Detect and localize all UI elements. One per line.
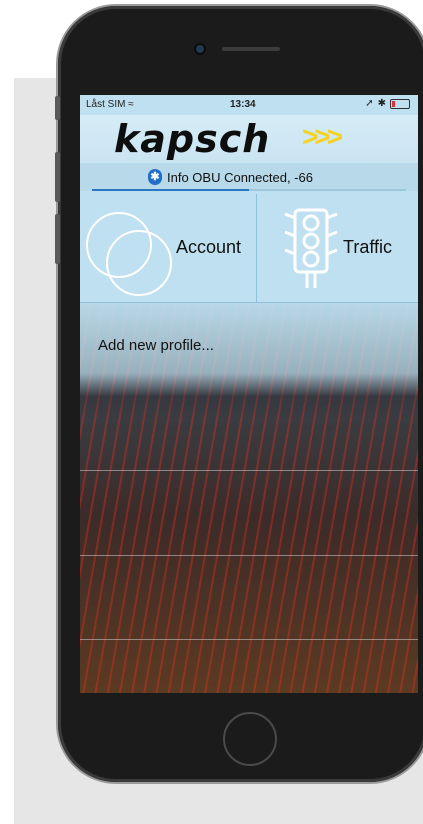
bluetooth-badge-icon: ✱: [148, 169, 162, 185]
account-tile[interactable]: Account: [80, 194, 257, 302]
volume-down-button: [55, 214, 60, 264]
traffic-tile[interactable]: Traffic: [257, 194, 418, 302]
info-text: Info OBU Connected, -66: [167, 169, 313, 185]
logo-arrows: >>>: [302, 121, 343, 152]
progress-fill: [92, 189, 249, 191]
home-button[interactable]: [223, 712, 277, 766]
account-circle-icon-2: [106, 230, 172, 296]
info-content: ✱ Info OBU Connected, -66: [148, 169, 313, 185]
earpiece-speaker: [222, 47, 280, 51]
connection-progress: [92, 189, 406, 191]
wifi-icon: ≈: [128, 99, 134, 110]
info-bar[interactable]: ✱ Info OBU Connected, -66: [80, 163, 418, 191]
carrier-label: Låst SIM ≈: [86, 99, 134, 110]
bluetooth-icon: ✱: [377, 98, 386, 109]
add-profile-label: Add new profile...: [98, 337, 214, 354]
list-divider: [80, 639, 418, 640]
volume-up-button: [55, 152, 60, 202]
account-label: Account: [176, 237, 242, 257]
location-arrow-icon: ➚: [365, 98, 374, 109]
mute-switch: [55, 96, 60, 120]
status-bar: Låst SIM ≈ 13:34 ➚ ✱: [80, 95, 418, 115]
kapsch-logo: kapsch: [114, 117, 271, 161]
app-screen: Låst SIM ≈ 13:34 ➚ ✱ kapsch >>> ✱ Info O…: [80, 95, 418, 693]
traffic-light-icon: [284, 208, 338, 288]
status-indicators: ➚ ✱: [365, 98, 410, 109]
app-header: kapsch >>>: [80, 115, 418, 163]
add-profile-row[interactable]: Add new profile...: [80, 303, 418, 383]
list-divider: [80, 470, 418, 471]
list-divider: [80, 555, 418, 556]
battery-icon: [390, 98, 410, 109]
tiles-row: Account Traffic: [80, 194, 418, 303]
traffic-label: Traffic: [343, 237, 393, 257]
front-camera: [196, 45, 204, 53]
status-time: 13:34: [230, 99, 256, 110]
